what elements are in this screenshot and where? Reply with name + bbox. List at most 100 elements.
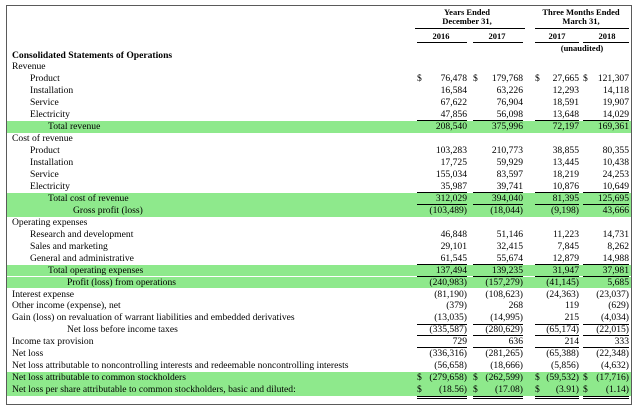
value-cell: (24,363) — [535, 289, 579, 301]
value-number: 63,226 — [496, 85, 523, 97]
value-cell: 16,584 — [417, 85, 467, 97]
value-number: 76,478 — [440, 73, 467, 85]
value-cell: (14,995) — [473, 312, 523, 326]
value-cell: $ (1.14) — [583, 384, 629, 399]
value-number: (18.56) — [439, 384, 467, 396]
value-number: (13,035) — [434, 312, 467, 324]
row-label: Total cost of revenue — [48, 192, 129, 204]
table-row: Total revenue 208,540 375,996 72,197 169,361 — [7, 120, 631, 134]
value-number: (59,532) — [546, 372, 579, 384]
row-label: Revenue — [12, 61, 46, 73]
value-number: (5,856) — [551, 360, 579, 372]
value-cell: (157,279) — [473, 275, 523, 289]
value-number: 7,845 — [557, 240, 579, 252]
value-cell: (4,034) — [583, 312, 629, 326]
value-cell: (81,190) — [417, 289, 467, 301]
value-cell: 215 — [535, 312, 579, 326]
value-cell: $ (17.08) — [473, 384, 523, 399]
value-cell: 636 — [473, 335, 523, 348]
value-number: 13,445 — [552, 157, 579, 169]
value-cell: (22,348) — [583, 347, 629, 360]
value-number: 18,591 — [552, 97, 579, 109]
value-number: 80,355 — [602, 145, 629, 157]
value-cell: 729 — [417, 335, 467, 348]
value-cell: 72,197 — [535, 120, 579, 133]
value-cell: 17,725 — [417, 157, 467, 169]
value-cell: $121,307 — [583, 73, 629, 85]
value-number: 59,929 — [496, 157, 523, 169]
value-number: 27,665 — [552, 73, 579, 85]
value-cell: 12,293 — [535, 85, 579, 97]
value-cell: 18,219 — [535, 169, 579, 181]
value-cell: 155,034 — [417, 169, 467, 181]
value-cell: (13,035) — [417, 312, 467, 326]
table-row: Other income (expense), net (379) 268 119 (6… — [7, 300, 631, 312]
column-header-2017-quarter: 2017 — [548, 31, 566, 41]
row-label: Total operating expenses — [48, 264, 144, 276]
value-number: (41,145) — [546, 276, 579, 288]
row-label: Net loss — [12, 348, 44, 360]
table-row: Sales and marketing 29,101 32,415 7,845 8,26… — [7, 241, 631, 253]
table-row: Operating expenses — [7, 217, 631, 229]
value-cell: $179,768 — [473, 73, 523, 85]
value-number: (81,190) — [434, 288, 467, 300]
value-cell: 7,845 — [535, 241, 579, 253]
row-label: Product — [30, 145, 60, 157]
value-number: (3.91) — [555, 384, 579, 396]
value-cell: 29,101 — [417, 241, 467, 253]
value-number: 121,307 — [597, 73, 629, 85]
value-number: 119 — [564, 300, 579, 312]
value-number: (9,198) — [551, 204, 579, 216]
value-number: (262,599) — [485, 372, 523, 384]
value-cell: 214 — [535, 335, 579, 348]
value-number: (65,388) — [546, 348, 579, 360]
row-label: Service — [30, 169, 59, 180]
row-label: Electricity — [30, 180, 70, 192]
value-cell: 14,731 — [583, 229, 629, 241]
currency-symbol: $ — [535, 372, 540, 384]
value-number: 32,415 — [496, 240, 523, 252]
value-cell: (629) — [583, 300, 629, 312]
value-number: 375,996 — [491, 121, 523, 133]
three-months-header: Three Months Ended March 31, — [529, 8, 633, 26]
currency-symbol: $ — [417, 73, 422, 85]
value-number: (1.14) — [605, 384, 629, 396]
column-header-underline-1 — [417, 42, 467, 43]
currency-symbol: $ — [583, 384, 588, 396]
table-row: Product $76,478 $179,768 $27,665 $121,307 — [7, 73, 631, 85]
value-cell: 59,929 — [473, 157, 523, 169]
column-header-2017-year: 2017 — [488, 31, 506, 41]
value-cell: 13,445 — [535, 157, 579, 169]
value-number: 268 — [508, 300, 523, 312]
table-row: Service 67,622 76,904 18,591 19,907 — [7, 97, 631, 109]
value-cell: 37,981 — [583, 263, 629, 277]
table-row: Product 103,283 210,773 38,855 80,355 — [7, 145, 631, 157]
value-cell: 46,848 — [417, 229, 467, 241]
value-cell: 43,666 — [583, 203, 629, 217]
value-cell: 208,540 — [417, 120, 467, 133]
value-number: 16,584 — [440, 85, 467, 97]
currency-symbol: $ — [535, 384, 540, 396]
value-number: 10,438 — [602, 157, 629, 169]
three-months-line2: March 31, — [562, 16, 600, 26]
value-cell: 76,904 — [473, 97, 523, 109]
value-cell: 14,118 — [583, 85, 629, 97]
currency-symbol: $ — [535, 73, 540, 85]
value-cell: 119 — [535, 300, 579, 312]
value-cell: 5,685 — [583, 275, 629, 289]
value-number: 103,283 — [435, 145, 467, 157]
row-label: Profit (loss) from operations — [67, 276, 176, 288]
value-cell: 137,494 — [417, 263, 467, 277]
table-row: Net loss per share attributable to commo… — [7, 384, 631, 399]
value-number: 19,907 — [602, 97, 629, 109]
row-label: Net loss attributable to common stockhol… — [12, 372, 186, 384]
value-cell: 19,907 — [583, 97, 629, 109]
row-label: Research and development — [30, 228, 134, 240]
value-cell: 333 — [583, 335, 629, 348]
column-header-underline-2 — [473, 42, 523, 43]
currency-symbol: $ — [583, 73, 588, 85]
row-label: Total revenue — [48, 121, 101, 133]
table-row: Installation 16,584 63,226 12,293 14,118 — [7, 85, 631, 97]
value-cell: 51,146 — [473, 229, 523, 241]
row-label: Interest expense — [12, 288, 75, 300]
